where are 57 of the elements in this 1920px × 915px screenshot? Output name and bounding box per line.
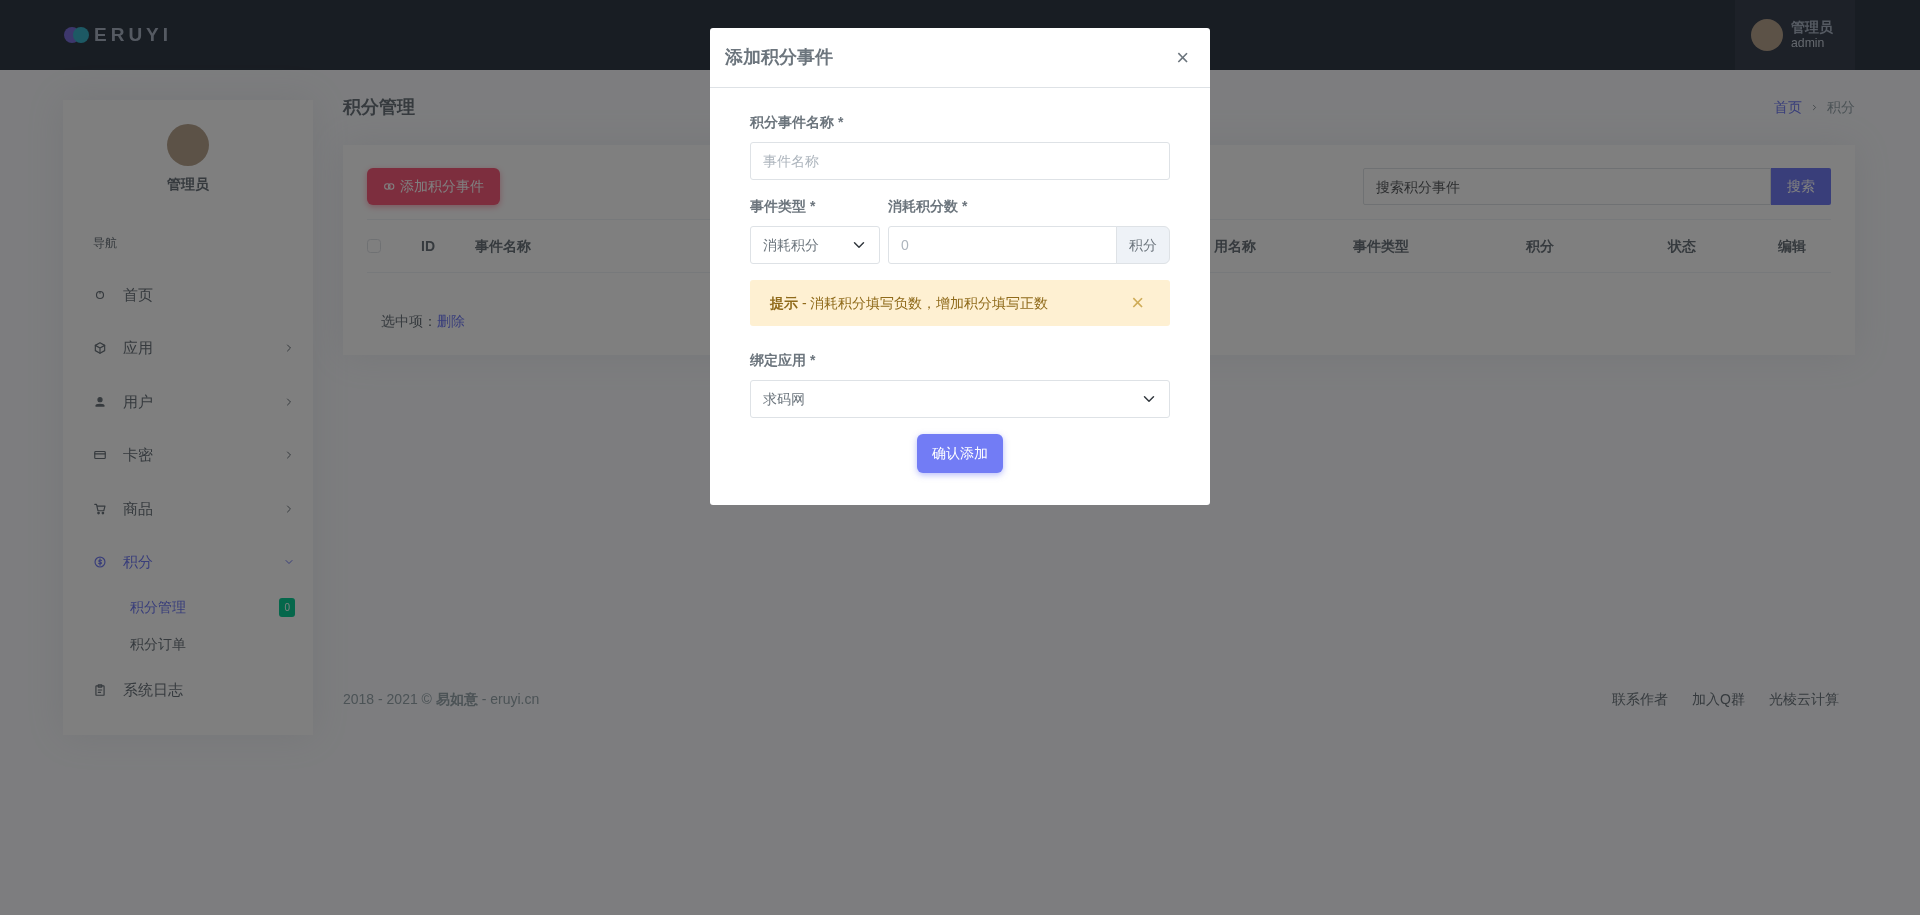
- footer-link[interactable]: 加入Q群: [1692, 689, 1745, 710]
- app-select[interactable]: 求码网: [750, 380, 1170, 418]
- field-label: 消耗积分数 *: [888, 197, 969, 216]
- breadcrumb-link[interactable]: 首页: [1774, 97, 1802, 118]
- user-role: admin: [1791, 36, 1826, 52]
- selection-label: 选中项：: [381, 312, 437, 331]
- footer-link[interactable]: 光棱云计算: [1769, 689, 1839, 710]
- name-input[interactable]: 事件名称: [750, 142, 1170, 180]
- nav-item[interactable]: 用户: [63, 375, 313, 429]
- nav-item[interactable]: 商品: [63, 482, 313, 536]
- search-field[interactable]: 搜索积分事件: [1363, 168, 1771, 205]
- points-input[interactable]: 0: [888, 226, 1117, 264]
- close-button[interactable]: ×: [1170, 45, 1195, 70]
- column-header: ID: [421, 236, 435, 256]
- column-header: 编辑: [1778, 236, 1806, 256]
- field-label: 积分事件名称 *: [750, 113, 845, 132]
- logo-icon: [64, 27, 90, 43]
- column-header: 状态: [1668, 236, 1696, 256]
- user-menu[interactable]: 管理员 admin: [1735, 0, 1855, 70]
- search-button[interactable]: 搜索: [1771, 168, 1831, 205]
- submenu-item[interactable]: 积分管理: [130, 597, 186, 618]
- page-title: 积分管理: [343, 96, 415, 119]
- delete-link[interactable]: 删除: [437, 311, 465, 332]
- unit-addon: 积分: [1116, 226, 1170, 264]
- nav-section-label: 导航: [92, 235, 118, 252]
- person-icon: [93, 394, 107, 409]
- nav-item[interactable]: 积分: [63, 535, 313, 589]
- footer-link[interactable]: 联系作者: [1612, 689, 1669, 710]
- avatar-placeholder: [167, 124, 209, 166]
- type-select[interactable]: 消耗积分: [750, 226, 880, 264]
- add-event-button[interactable]: 添加积分事件: [367, 168, 500, 205]
- logo-text: ERUYI: [94, 22, 173, 47]
- cart-icon: [93, 501, 107, 516]
- column-header: 事件名称: [475, 236, 531, 256]
- column-header: 用名称: [1214, 236, 1256, 256]
- nav-item[interactable]: 首页: [63, 268, 313, 322]
- avatar-placeholder: [1751, 19, 1783, 51]
- column-header: 积分: [1526, 236, 1554, 256]
- link-icon: [383, 180, 396, 193]
- coin-icon: [93, 555, 107, 570]
- cube-icon: [93, 341, 107, 356]
- alert-close-button[interactable]: ×: [1125, 291, 1150, 315]
- nav-item[interactable]: 卡密: [63, 428, 313, 482]
- submenu-item[interactable]: 积分订单: [63, 626, 313, 663]
- modal-title: 添加积分事件: [725, 46, 833, 69]
- profile-name: 管理员: [167, 175, 209, 194]
- field-label: 绑定应用 *: [750, 351, 817, 370]
- clipboard-icon: [93, 682, 107, 697]
- hint-text: 提示 - 消耗积分填写负数，增加积分填写正数: [770, 293, 1049, 313]
- column-header: 事件类型: [1353, 236, 1409, 256]
- count-badge: 0: [279, 598, 295, 617]
- user-name: 管理员: [1791, 18, 1833, 37]
- field-label: 事件类型 *: [750, 197, 817, 216]
- confirm-add-button[interactable]: 确认添加: [917, 434, 1003, 473]
- nav-item[interactable]: 应用: [63, 321, 313, 375]
- breadcrumb-separator-icon: [1810, 103, 1819, 112]
- nav-item[interactable]: 系统日志: [63, 663, 313, 717]
